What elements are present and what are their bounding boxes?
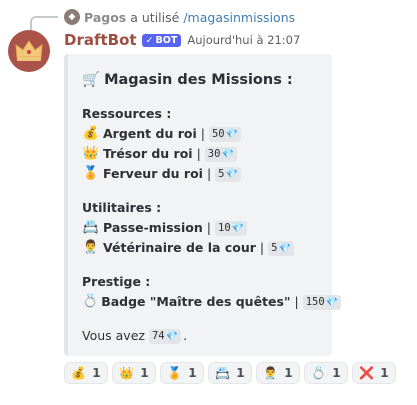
price-value: 10 (218, 221, 231, 234)
gem-icon: 💎 (225, 168, 238, 180)
item-name: Vétérinaire de la cour (103, 240, 256, 255)
health-worker-icon: 👨‍⚕️ (82, 240, 100, 255)
ring-icon: 💍 (82, 294, 99, 309)
crown-icon: 👑 (82, 146, 100, 161)
section-heading-ressources: Ressources : (82, 106, 172, 121)
shop-item-badge: 💍 Badge "Maître des quêtes" | 150 💎 (82, 292, 342, 312)
reaction-bar: 💰 1 👑 1 🏅 1 📇 1 👨‍⚕️ 1 💍 1 ❌ 1 (64, 362, 396, 384)
separator: | (206, 166, 212, 181)
reaction-count: 1 (140, 366, 149, 380)
cross-mark-icon: ❌ (359, 366, 375, 380)
item-price: 5 💎 (215, 166, 241, 182)
medal-icon: 🏅 (167, 366, 183, 380)
gem-icon: 💎 (231, 222, 245, 234)
reaction-count: 1 (380, 366, 389, 380)
avatar[interactable] (8, 30, 50, 72)
section-heading-prestige: Prestige : (82, 274, 151, 289)
card-index-icon: 📇 (82, 220, 100, 235)
health-worker-icon: 👨‍⚕️ (263, 366, 279, 380)
gem-icon: 💎 (221, 148, 234, 160)
reply-command[interactable]: /magasinmissions (183, 10, 295, 25)
shop-item-ferveur-du-roi: 🏅 Ferveur du roi | 5 💎 (82, 164, 318, 184)
reply-user-avatar[interactable]: ◆ (64, 9, 80, 25)
price-value: 5 (271, 241, 278, 254)
shop-item-argent-du-roi: 💰 Argent du roi | 50 💎 (82, 124, 318, 144)
reaction-medal[interactable]: 🏅 1 (160, 362, 204, 384)
shopping-cart-icon: 🛒 (82, 72, 101, 88)
reaction-crown[interactable]: 👑 1 (112, 362, 156, 384)
reaction-cross[interactable]: ❌ 1 (352, 362, 396, 384)
money-bag-icon: 💰 (71, 366, 87, 380)
item-price: 10 💎 (215, 220, 248, 236)
balance-suffix: . (183, 328, 188, 343)
item-price: 150 💎 (302, 294, 342, 310)
gem-icon: 💎 (325, 296, 339, 308)
check-icon: ✓ (145, 34, 154, 46)
author-name[interactable]: DraftBot (64, 31, 137, 49)
separator: | (259, 240, 265, 255)
reaction-health-worker[interactable]: 👨‍⚕️ 1 (256, 362, 300, 384)
reaction-count: 1 (188, 366, 197, 380)
balance-prefix: Vous avez (82, 328, 145, 343)
price-value: 30 (207, 147, 221, 160)
gem-icon: 💎 (225, 128, 239, 140)
item-price: 30 💎 (204, 146, 237, 162)
reaction-count: 1 (284, 366, 293, 380)
message-header: DraftBot ✓ BOT Aujourd'hui à 21:07 (64, 30, 300, 50)
reply-action-text: a utilisé (130, 9, 180, 25)
separator: | (294, 294, 299, 309)
separator: | (196, 146, 201, 161)
shop-item-passe-mission: 📇 Passe-mission | 10 💎 (82, 218, 318, 238)
item-name: Argent du roi (103, 126, 197, 141)
reply-preview[interactable]: ◆ Pagos a utilisé /magasinmissions (30, 6, 410, 32)
gem-icon: 💎 (165, 330, 179, 342)
crown-icon: 👑 (119, 366, 135, 380)
card-index-icon: 📇 (215, 366, 231, 380)
separator: | (200, 126, 205, 141)
separator: | (206, 220, 211, 235)
reaction-card-index[interactable]: 📇 1 (208, 362, 252, 384)
reaction-count: 1 (92, 366, 101, 380)
item-price: 5 💎 (268, 240, 294, 256)
timestamp[interactable]: Aujourd'hui à 21:07 (187, 33, 300, 47)
medal-icon: 🏅 (82, 166, 100, 181)
reaction-money-bag[interactable]: 💰 1 (64, 362, 108, 384)
item-name: Badge "Maître des quêtes" (101, 294, 291, 309)
bot-badge-label: BOT (155, 34, 178, 46)
embed: 🛒 Magasin des Missions : Ressources : 💰 … (64, 54, 342, 356)
item-name: Passe-mission (103, 220, 203, 235)
balance-line: Vous avez 74 💎 . (82, 326, 318, 346)
section-heading-utilitaires: Utilitaires : (82, 200, 162, 215)
crown-icon (15, 40, 43, 61)
shop-item-veterinaire: 👨‍⚕️ Vétérinaire de la cour | 5 💎 (82, 238, 318, 258)
price-value: 50 (211, 127, 225, 140)
embed-title: 🛒 Magasin des Missions : (82, 70, 318, 90)
reaction-count: 1 (236, 366, 245, 380)
reply-username[interactable]: Pagos (84, 10, 126, 25)
item-price: 50 💎 (208, 126, 242, 142)
shop-item-tresor-du-roi: 👑 Trésor du roi | 30 💎 (82, 144, 318, 164)
money-bag-icon: 💰 (82, 126, 100, 141)
bot-badge: ✓ BOT (141, 33, 182, 47)
item-name: Ferveur du roi (103, 166, 203, 181)
ring-icon: 💍 (311, 366, 327, 380)
reaction-ring[interactable]: 💍 1 (304, 362, 348, 384)
item-name: Trésor du roi (103, 146, 193, 161)
reply-connector (30, 16, 58, 32)
price-value: 5 (218, 167, 225, 180)
reaction-count: 1 (332, 366, 341, 380)
balance-amount: 74 💎 (148, 328, 182, 344)
gem-icon: 💎 (278, 242, 291, 254)
embed-title-text: Magasin des Missions : (104, 72, 293, 88)
price-value: 150 (305, 295, 325, 308)
balance-value: 74 (151, 329, 165, 342)
